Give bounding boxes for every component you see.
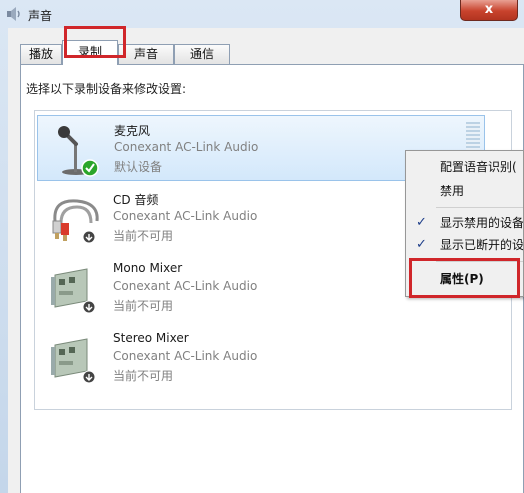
menu-item-label: 显示已断开的设 [440,238,524,252]
menu-item-label: 配置语音识别( [440,160,517,174]
device-name: CD 音频 [113,193,159,207]
device-status: 默认设备 [114,160,163,174]
menu-separator [436,207,523,208]
tab-annotation-box [64,26,126,58]
sound-card-icon [51,268,96,314]
device-driver: Conexant AC-Link Audio [113,279,258,293]
device-status: 当前不可用 [113,299,174,313]
device-driver: Conexant AC-Link Audio [114,140,259,154]
close-button[interactable]: x [460,0,518,21]
device-name: 麦克风 [114,124,151,138]
check-icon: ✓ [416,215,427,230]
instruction-text: 选择以下录制设备来修改设置: [26,82,187,96]
device-status: 当前不可用 [113,229,174,243]
device-status: 当前不可用 [113,369,174,383]
tab-communications[interactable]: 通信 [174,44,230,64]
menu-item-show-disconnected[interactable]: ✓ 显示已断开的设 [406,235,524,255]
tab-playback[interactable]: 播放 [20,44,62,64]
window-title: 声音 [28,9,53,23]
menu-item-label: 显示禁用的设备 [440,216,524,230]
audio-cable-icon [52,199,99,244]
menu-item-configure-speech[interactable]: 配置语音识别( [406,157,523,177]
check-icon: ✓ [416,237,427,252]
sound-dialog: 声音 x 播放 录制 声音 通信 选择以下录制设备来修改设置: 麦克风 Cone… [0,0,524,493]
device-name: Stereo Mixer [113,331,189,345]
menu-item-label: 禁用 [440,184,465,198]
properties-annotation-box [409,258,520,298]
device-driver: Conexant AC-Link Audio [113,209,258,223]
microphone-icon [58,126,99,177]
menu-item-disable[interactable]: 禁用 [406,181,523,201]
device-name: Mono Mixer [113,261,183,275]
device-row-stereo-mixer[interactable]: Stereo Mixer Conexant AC-Link Audio 当前不可… [37,325,485,391]
device-driver: Conexant AC-Link Audio [113,349,258,363]
tab-sounds[interactable]: 声音 [118,44,174,64]
speaker-icon [7,7,20,21]
menu-item-show-disabled[interactable]: ✓ 显示禁用的设备 [406,213,524,233]
sound-card-icon [51,338,96,384]
